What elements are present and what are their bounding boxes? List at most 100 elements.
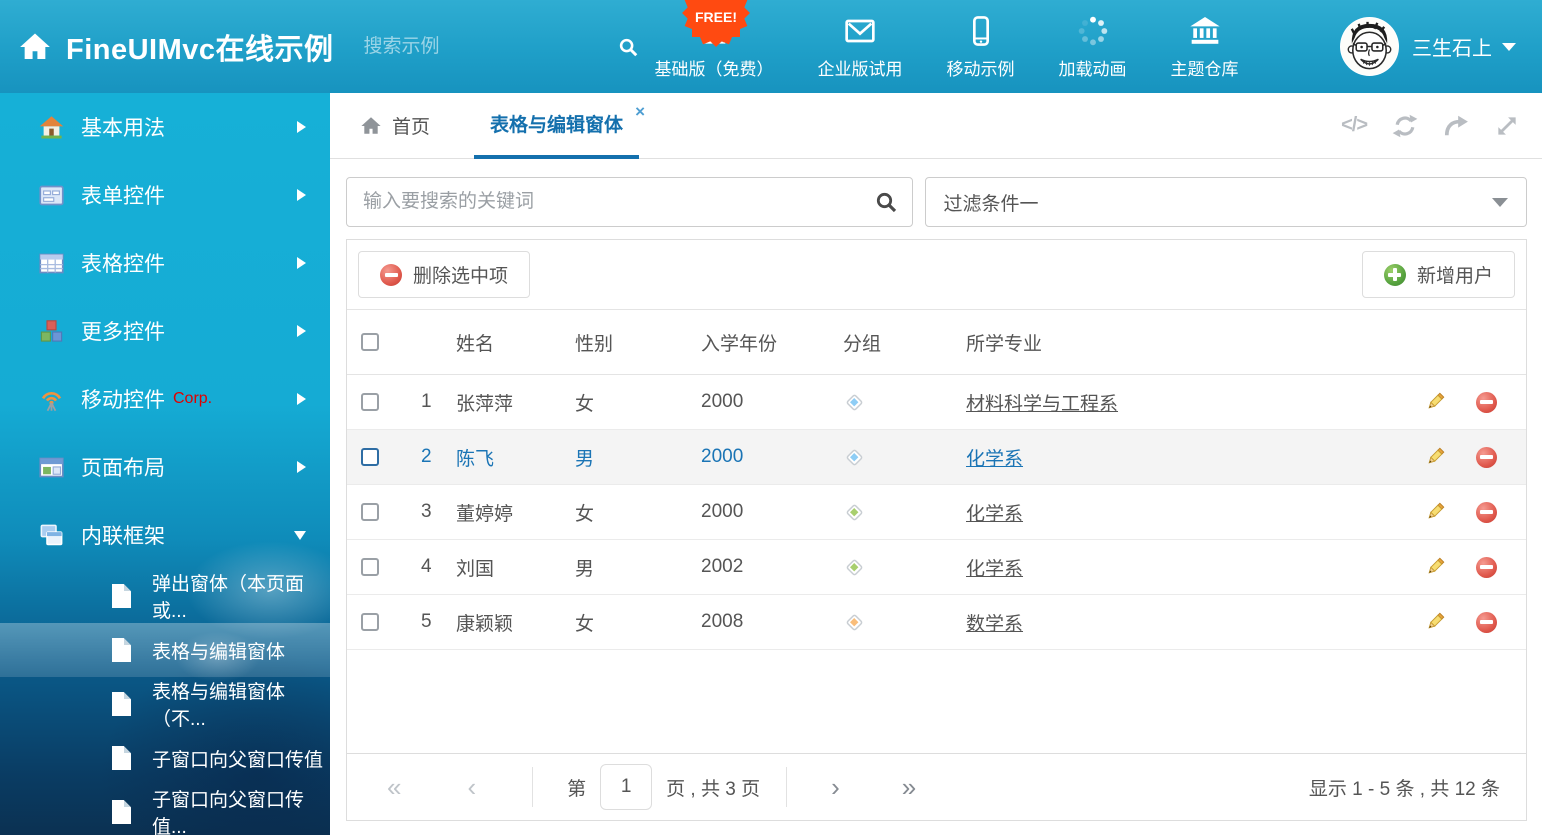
file-icon [112, 638, 131, 662]
delete-row-icon[interactable] [1476, 447, 1497, 468]
avatar[interactable] [1340, 17, 1399, 76]
last-page-button[interactable]: » [902, 774, 916, 800]
cell-gender: 男 [561, 554, 686, 581]
first-page-button[interactable]: « [387, 774, 401, 800]
major-link[interactable]: 数学系 [966, 609, 1023, 636]
tag-icon [843, 391, 866, 414]
cubes-icon [38, 318, 65, 345]
edit-icon[interactable] [1424, 501, 1446, 523]
sidebar-item-mobile-controls[interactable]: 移动控件 Corp. [0, 365, 330, 433]
edit-icon[interactable] [1424, 446, 1446, 468]
prev-page-button[interactable]: ‹ [467, 774, 476, 800]
row-checkbox[interactable] [361, 503, 379, 521]
sidebar-item-basic-usage[interactable]: 基本用法 [0, 93, 330, 161]
nav-mobile-demo[interactable]: 移动示例 [947, 13, 1015, 80]
table-row[interactable]: 3 董婷婷 女 2000 化学系 [347, 485, 1526, 540]
nav-loading-animation[interactable]: 加载动画 [1059, 13, 1127, 80]
delete-row-icon[interactable] [1476, 612, 1497, 633]
search-icon[interactable] [874, 190, 898, 219]
content-area: 首页 表格与编辑窗体 × </> [330, 93, 1542, 835]
divider [786, 767, 787, 807]
sidebar-item-label: 基本用法 [81, 112, 165, 142]
fullscreen-icon[interactable] [1494, 113, 1520, 139]
page-number-input[interactable] [600, 764, 652, 810]
sidebar-item-form-controls[interactable]: 表单控件 [0, 161, 330, 229]
file-icon [112, 800, 131, 824]
chevron-right-icon [297, 461, 306, 473]
cell-name: 康颖颖 [441, 609, 561, 636]
cell-year: 2000 [686, 446, 831, 468]
file-icon [112, 692, 131, 716]
sidebar-subitem-grid-edit-window-2[interactable]: 表格与编辑窗体（不... [0, 677, 330, 731]
user-name: 三生石上 [1412, 32, 1492, 61]
app-title: FineUIMvc在线示例 [66, 26, 334, 68]
minus-circle-icon [380, 264, 402, 286]
delete-selected-label: 删除选中项 [413, 261, 508, 288]
close-icon[interactable]: × [635, 102, 645, 122]
next-page-button[interactable]: › [831, 774, 840, 800]
row-checkbox[interactable] [361, 613, 379, 631]
major-link[interactable]: 化学系 [966, 444, 1023, 471]
add-user-button[interactable]: 新增用户 [1362, 251, 1515, 298]
home-icon[interactable] [18, 30, 52, 64]
row-number: 2 [395, 446, 441, 468]
row-checkbox[interactable] [361, 558, 379, 576]
delete-selected-button[interactable]: 删除选中项 [358, 251, 530, 298]
table-row[interactable]: 4 刘国 男 2002 化学系 [347, 540, 1526, 595]
row-checkbox[interactable] [361, 448, 379, 466]
mobile-icon [965, 13, 997, 47]
table-row[interactable]: 5 康颖颖 女 2008 数学系 [347, 595, 1526, 650]
row-number: 1 [395, 391, 441, 413]
search-icon[interactable] [617, 36, 639, 58]
sidebar-item-grid-controls[interactable]: 表格控件 [0, 229, 330, 297]
major-link[interactable]: 化学系 [966, 554, 1023, 581]
tag-icon [843, 446, 866, 469]
code-icon[interactable]: </> [1341, 114, 1367, 137]
tag-icon [843, 556, 866, 579]
column-header-group: 分组 [831, 329, 951, 356]
table-row[interactable]: 1 张萍萍 女 2000 材料科学与工程系 [347, 375, 1526, 430]
sidebar-item-more-controls[interactable]: 更多控件 [0, 297, 330, 365]
tab-grid-edit-window[interactable]: 表格与编辑窗体 × [474, 93, 639, 159]
delete-row-icon[interactable] [1476, 502, 1497, 523]
cell-name: 董婷婷 [441, 499, 561, 526]
keyword-search-input[interactable] [347, 178, 912, 226]
grid-toolbar: 删除选中项 新增用户 [347, 240, 1526, 310]
header-search-input[interactable] [364, 36, 609, 58]
user-menu[interactable]: 三生石上 [1340, 17, 1516, 76]
tab-home[interactable]: 首页 [360, 112, 430, 139]
table-row[interactable]: 2 陈飞 男 2000 化学系 [347, 430, 1526, 485]
delete-row-icon[interactable] [1476, 392, 1497, 413]
chevron-right-icon [297, 189, 306, 201]
row-number: 4 [395, 556, 441, 578]
row-checkbox[interactable] [361, 393, 379, 411]
edit-icon[interactable] [1424, 391, 1446, 413]
nav-theme-store[interactable]: 主题仓库 [1171, 13, 1239, 80]
sidebar-subitem-child-to-parent[interactable]: 子窗口向父窗口传值 [0, 731, 330, 785]
nav-enterprise-trial[interactable]: 企业版试用 [818, 13, 903, 80]
refresh-icon[interactable] [1392, 113, 1418, 139]
sidebar-subitem-child-to-parent-2[interactable]: 子窗口向父窗口传值... [0, 785, 330, 835]
forward-icon[interactable] [1443, 113, 1469, 139]
layout-icon [38, 454, 65, 481]
edit-icon[interactable] [1424, 611, 1446, 633]
sidebar-item-inline-frame[interactable]: 内联框架 [0, 501, 330, 569]
chevron-down-icon [1502, 43, 1516, 51]
select-all-checkbox[interactable] [361, 333, 379, 351]
chevron-right-icon [297, 393, 306, 405]
edit-icon[interactable] [1424, 556, 1446, 578]
free-badge: FREE! [683, 0, 749, 46]
sidebar-subitem-grid-edit-window[interactable]: 表格与编辑窗体 [0, 623, 330, 677]
major-link[interactable]: 材料科学与工程系 [966, 389, 1118, 416]
antenna-icon [38, 386, 65, 413]
sidebar-item-page-layout[interactable]: 页面布局 [0, 433, 330, 501]
file-icon [112, 584, 131, 608]
delete-row-icon[interactable] [1476, 557, 1497, 578]
sidebar-subitem-popup-window[interactable]: 弹出窗体（本页面或... [0, 569, 330, 623]
cell-gender: 女 [561, 389, 686, 416]
home-icon [360, 115, 382, 137]
major-link[interactable]: 化学系 [966, 499, 1023, 526]
pagination-bar: « ‹ 第 页 , 共 3 页 › » 显示 1 - 5 条 , 共 12 条 [347, 753, 1526, 820]
filter-dropdown[interactable]: 过滤条件一 [925, 177, 1528, 227]
filter-dropdown-value: 过滤条件一 [944, 189, 1039, 216]
